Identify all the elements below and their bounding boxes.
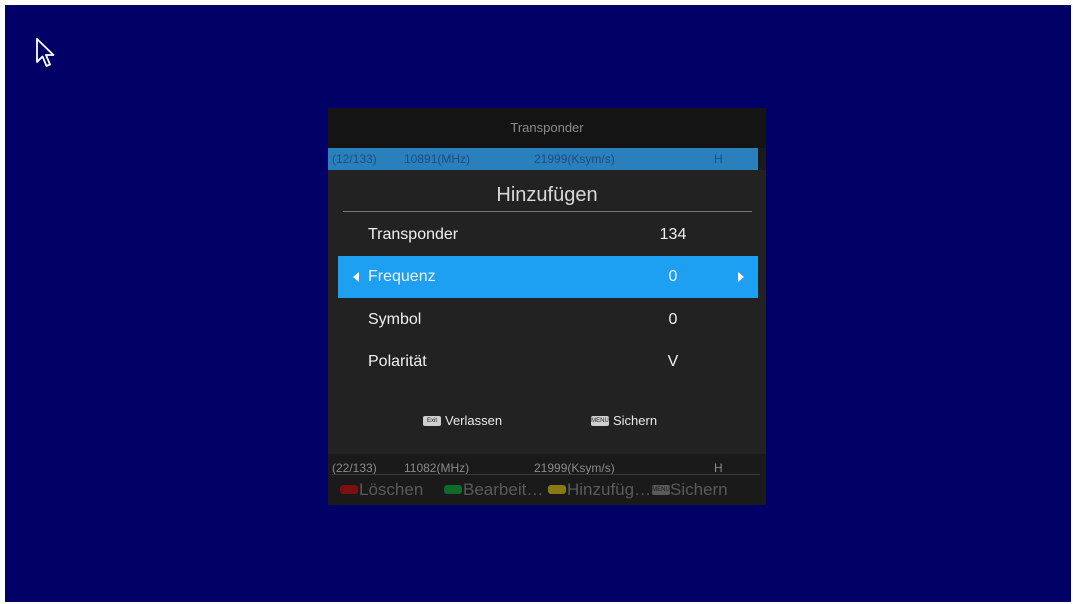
save-action[interactable]: MENUSichern <box>652 479 728 501</box>
symbol-field[interactable]: Symbol 0 <box>338 299 758 341</box>
green-key-icon <box>444 485 462 495</box>
field-value: 0 <box>668 311 678 328</box>
field-value: V <box>667 353 679 370</box>
transponder-field[interactable]: Transponder 134 <box>338 214 758 256</box>
field-label: Symbol <box>368 311 422 328</box>
exit-hint[interactable]: Exit Verlassen <box>423 413 502 429</box>
delete-action[interactable]: Löschen <box>340 479 423 501</box>
exit-label: Verlassen <box>445 413 503 428</box>
field-value: 0 <box>668 268 678 285</box>
edit-label: Bearbeit… <box>463 480 544 499</box>
row-index: (12/133) <box>332 152 377 166</box>
list-footer: Löschen Bearbeit… Hinzufüg… MENUSichern <box>328 474 766 505</box>
field-value: 134 <box>659 226 687 243</box>
add-action[interactable]: Hinzufüg… <box>548 479 651 501</box>
arrow-left-icon[interactable] <box>353 272 359 282</box>
add-transponder-dialog: Hinzufügen Transponder 134 Frequenz 0 Sy… <box>328 170 766 454</box>
list-title: Transponder <box>328 108 766 148</box>
dialog-title: Hinzufügen <box>496 184 598 206</box>
mouse-pointer-icon <box>36 38 55 67</box>
row-symbol-rate: 21999(Ksym/s) <box>534 152 615 166</box>
delete-label: Löschen <box>359 480 424 499</box>
field-label: Transponder <box>368 226 459 243</box>
save-hint[interactable]: MENU Sichern <box>591 413 657 429</box>
field-label: Frequenz <box>368 268 436 285</box>
list-row[interactable]: (12/133) 10891(MHz) 21999(Ksym/s) H <box>328 148 758 170</box>
menu-key-icon: MENU <box>652 484 670 495</box>
row-polarity: H <box>714 152 723 166</box>
field-label: Polarität <box>368 353 427 370</box>
tv-screen: Transponder (12/133) 10891(MHz) 21999(Ks… <box>5 5 1071 602</box>
menu-key-icon: MENU <box>591 415 609 426</box>
row-frequency: 10891(MHz) <box>404 152 471 166</box>
save-label: Sichern <box>613 413 658 428</box>
arrow-right-icon[interactable] <box>738 272 744 282</box>
add-label: Hinzufüg… <box>567 480 652 499</box>
frequency-field[interactable]: Frequenz 0 <box>338 256 758 298</box>
exit-key-icon: Exit <box>423 415 441 426</box>
yellow-key-icon <box>548 485 566 495</box>
red-key-icon <box>340 485 358 495</box>
title-divider <box>343 211 752 212</box>
save-label: Sichern <box>670 480 728 499</box>
edit-action[interactable]: Bearbeit… <box>444 479 543 501</box>
polarity-field[interactable]: Polarität V <box>338 341 758 383</box>
